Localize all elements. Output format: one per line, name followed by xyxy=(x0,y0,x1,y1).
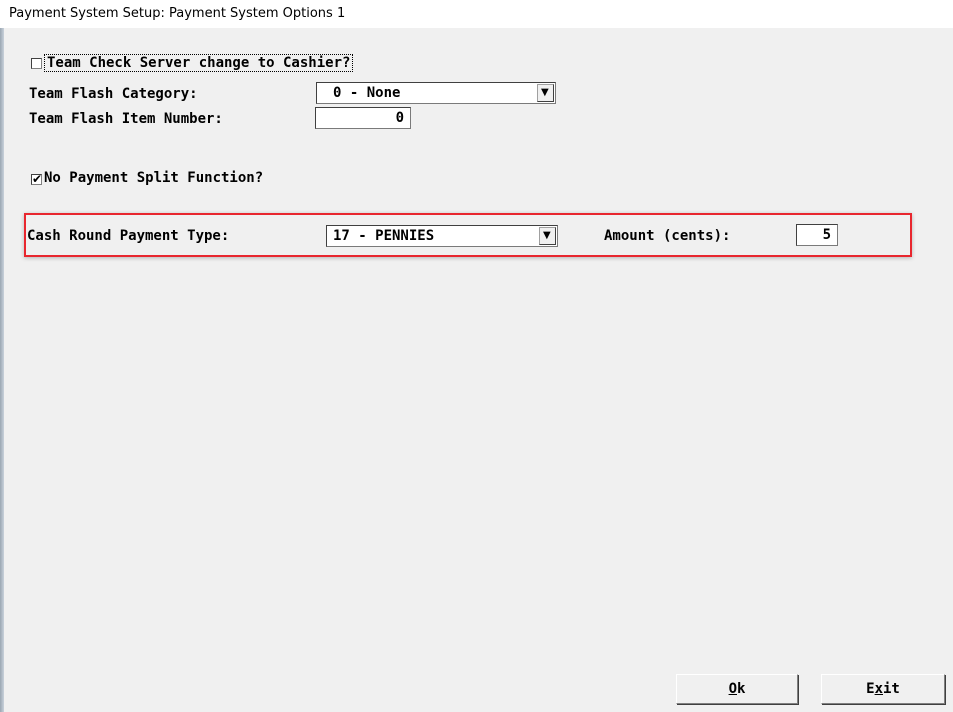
cash-round-type-select[interactable]: 17 - PENNIES ▼ xyxy=(326,225,558,247)
exit-pre: E xyxy=(866,681,875,697)
team-check-checkbox[interactable] xyxy=(31,58,42,69)
no-payment-split-label[interactable]: No Payment Split Function? xyxy=(44,170,263,186)
team-flash-item-value: 0 xyxy=(395,110,404,126)
team-flash-category-dropdown-button[interactable]: ▼ xyxy=(537,84,554,102)
ok-mnemonic: O xyxy=(728,681,737,697)
exit-post: it xyxy=(883,681,900,697)
exit-mnemonic: x xyxy=(874,681,883,697)
amount-cents-input[interactable]: 5 xyxy=(796,224,838,246)
team-flash-item-input[interactable]: 0 xyxy=(315,107,411,129)
ok-rest: k xyxy=(737,681,746,697)
no-payment-split-checkbox[interactable]: ✔ xyxy=(31,172,43,186)
check-mark-icon: ✔ xyxy=(32,172,43,186)
team-flash-item-label: Team Flash Item Number: xyxy=(29,111,223,127)
amount-cents-label: Amount (cents): xyxy=(604,228,731,244)
chevron-down-icon: ▼ xyxy=(543,230,551,241)
team-flash-category-value: 0 - None xyxy=(333,85,401,101)
cash-round-type-dropdown-button[interactable]: ▼ xyxy=(539,227,556,245)
exit-button[interactable]: Exit xyxy=(821,674,945,704)
options-panel: Team Check Server change to Cashier? Tea… xyxy=(4,28,953,712)
chevron-down-icon: ▼ xyxy=(541,87,549,98)
window-title: Payment System Setup: Payment System Opt… xyxy=(9,6,346,21)
cash-round-type-value: 17 - PENNIES xyxy=(333,228,435,244)
title-bar: Payment System Setup: Payment System Opt… xyxy=(0,0,953,29)
cash-round-label: Cash Round Payment Type: xyxy=(27,228,230,244)
amount-cents-value: 5 xyxy=(822,227,831,243)
team-flash-category-select[interactable]: 0 - None ▼ xyxy=(316,82,556,104)
team-check-label[interactable]: Team Check Server change to Cashier? xyxy=(44,54,354,72)
team-flash-category-label: Team Flash Category: xyxy=(29,86,198,102)
ok-button[interactable]: Ok xyxy=(676,674,798,704)
